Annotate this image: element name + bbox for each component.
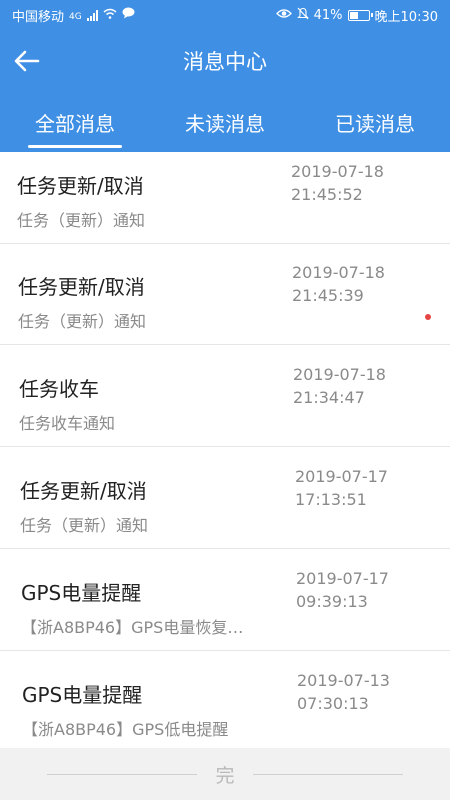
message-date: 2019-07-18: [291, 162, 384, 181]
message-subtitle: 【浙A8BP46】GPS电量恢复…: [21, 618, 244, 637]
list-end-label: 完: [215, 764, 235, 787]
tab-bar: 全部消息 未读消息 已读消息: [0, 92, 450, 152]
back-arrow-icon: [14, 50, 40, 72]
message-time: 21:45:39: [292, 286, 364, 305]
chat-notification-icon: [122, 7, 135, 23]
message-timestamp: 2019-07-13 07:30:13: [297, 669, 390, 715]
signal-icon: [86, 9, 98, 21]
status-bar: 中国移动 4G 41% 晚上10:30: [0, 0, 450, 30]
message-title: 任务收车: [19, 377, 99, 401]
divider: [47, 773, 198, 775]
list-end-indicator: 完: [0, 748, 450, 800]
message-timestamp: 2019-07-18 21:34:47: [293, 363, 386, 409]
message-timestamp: 2019-07-17 09:39:13: [296, 567, 389, 613]
eye-comfort-icon: [275, 8, 292, 23]
message-subtitle: 任务收车通知: [19, 414, 116, 433]
message-subtitle: 任务（更新）通知: [20, 516, 149, 535]
message-item[interactable]: 任务收车 任务收车通知 2019-07-18 21:34:47: [0, 347, 450, 447]
back-button[interactable]: [10, 44, 44, 78]
message-subtitle: 任务（更新）通知: [17, 211, 146, 230]
message-subtitle: 任务（更新）通知: [18, 312, 147, 331]
message-date: 2019-07-18: [292, 263, 385, 282]
unread-dot: [425, 314, 431, 320]
message-title: 任务更新/取消: [20, 479, 147, 503]
message-subtitle: 【浙A8BP46】GPS低电提醒: [22, 720, 229, 739]
app-header: 消息中心: [0, 30, 450, 92]
tab-read-messages[interactable]: 已读消息: [300, 92, 450, 152]
wifi-icon: [103, 8, 117, 23]
message-time: 09:39:13: [296, 592, 368, 611]
message-time: 21:34:47: [293, 388, 365, 407]
message-timestamp: 2019-07-18 21:45:39: [292, 261, 385, 307]
message-title: GPS电量提醒: [21, 581, 142, 605]
mute-icon: [296, 7, 309, 24]
message-timestamp: 2019-07-17 17:13:51: [295, 465, 388, 511]
battery-percent: 41%: [313, 7, 343, 23]
network-type: 4G: [69, 11, 82, 22]
tab-unread-messages[interactable]: 未读消息: [150, 92, 300, 152]
message-date: 2019-07-13: [297, 671, 390, 690]
clock: 晚上10:30: [374, 9, 438, 25]
message-time: 07:30:13: [297, 694, 369, 713]
message-list: 任务更新/取消 任务（更新）通知 2019-07-18 21:45:52 任务更…: [0, 152, 450, 748]
message-time: 21:45:52: [291, 185, 363, 204]
message-time: 17:13:51: [295, 490, 367, 509]
message-title: GPS电量提醒: [22, 683, 143, 707]
message-date: 2019-07-18: [293, 365, 386, 384]
message-date: 2019-07-17: [296, 569, 389, 588]
divider: [252, 773, 403, 775]
carrier-label: 中国移动: [12, 9, 65, 25]
page-title: 消息中心: [183, 50, 267, 74]
message-item[interactable]: 任务更新/取消 任务（更新）通知 2019-07-17 17:13:51: [0, 449, 450, 549]
message-date: 2019-07-17: [295, 467, 388, 486]
battery-icon: [347, 9, 373, 21]
message-title: 任务更新/取消: [18, 275, 145, 299]
message-item[interactable]: GPS电量提醒 【浙A8BP46】GPS低电提醒 2019-07-13 07:3…: [0, 653, 450, 748]
tab-all-messages[interactable]: 全部消息: [0, 92, 150, 152]
message-timestamp: 2019-07-18 21:45:52: [291, 160, 384, 206]
message-item[interactable]: 任务更新/取消 任务（更新）通知 2019-07-18 21:45:52: [0, 152, 450, 244]
message-item[interactable]: 任务更新/取消 任务（更新）通知 2019-07-18 21:45:39: [0, 245, 450, 345]
message-title: 任务更新/取消: [17, 174, 144, 198]
message-item[interactable]: GPS电量提醒 【浙A8BP46】GPS电量恢复… 2019-07-17 09:…: [0, 551, 450, 651]
